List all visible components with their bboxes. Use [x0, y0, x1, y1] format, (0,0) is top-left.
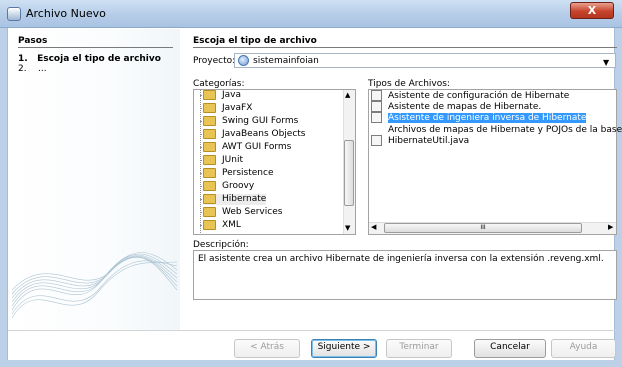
category-label: Web Services: [222, 207, 283, 217]
scroll-up-icon[interactable]: ▲: [345, 91, 350, 99]
reverse-engineering-icon: [371, 112, 382, 123]
header-divider: [193, 47, 617, 48]
folder-icon: [203, 116, 216, 126]
step-number: 2.: [18, 64, 27, 74]
step-number: 1.: [18, 54, 28, 64]
scroll-left-icon[interactable]: ◀: [371, 223, 376, 231]
footer-divider: [8, 330, 615, 331]
category-item-groovy[interactable]: Groovy: [203, 181, 254, 192]
category-label: JavaFX: [222, 103, 253, 113]
app-icon: [7, 7, 21, 21]
blank-icon: [371, 124, 382, 135]
folder-icon: [203, 181, 216, 191]
category-item-webservices[interactable]: Web Services: [203, 207, 282, 218]
h-scroll-thumb[interactable]: III: [384, 223, 582, 233]
category-label: AWT GUI Forms: [222, 142, 292, 152]
cancel-button[interactable]: Cancelar: [474, 339, 546, 358]
folder-icon: [203, 155, 216, 165]
category-item-java[interactable]: Java: [203, 90, 241, 101]
category-item-swing[interactable]: Swing GUI Forms: [203, 116, 298, 127]
category-label: Hibernate: [222, 194, 267, 204]
chevron-down-icon[interactable]: ▼: [603, 58, 609, 67]
category-label: Java: [222, 90, 242, 100]
file-type-item[interactable]: HibernateUtil.java: [371, 135, 469, 146]
categories-scroll-thumb[interactable]: [344, 140, 354, 206]
file-type-label: Asistente de ingeniera inversa de Hibern…: [388, 113, 587, 123]
folder-icon: [203, 103, 216, 113]
project-globe-icon: [238, 55, 249, 66]
java-file-icon: [371, 135, 382, 146]
help-button[interactable]: Ayuda: [551, 339, 616, 358]
category-item-awt[interactable]: AWT GUI Forms: [203, 142, 291, 153]
step-item: 1. Escoja el tipo de archivo: [18, 54, 161, 64]
back-button[interactable]: < Atrás: [234, 339, 300, 358]
category-item-javabeans[interactable]: JavaBeans Objects: [203, 129, 306, 140]
category-item-javafx[interactable]: JavaFX: [203, 103, 252, 114]
folder-icon: [203, 220, 216, 230]
folder-icon: [203, 168, 216, 178]
hibernate-config-icon: [371, 90, 382, 101]
file-type-item[interactable]: Asistente de mapas de Hibernate.: [371, 101, 541, 112]
window-title: Archivo Nuevo: [26, 7, 106, 20]
file-type-item-selected[interactable]: Asistente de ingeniera inversa de Hibern…: [371, 112, 587, 123]
category-label: JavaBeans Objects: [222, 129, 306, 139]
file-type-label: Asistente de configuración de Hibernate: [388, 91, 570, 101]
file-type-label: Archivos de mapas de Hibernate y POJOs d…: [388, 125, 622, 135]
step-label: Escoja el tipo de archivo: [37, 54, 161, 64]
category-label: XML: [222, 220, 241, 230]
wave-decoration: [12, 252, 177, 319]
description-text: El asistente crea un archivo Hibernate d…: [193, 250, 617, 300]
folder-icon: [203, 194, 216, 204]
frame-left: [0, 28, 7, 367]
category-label: Swing GUI Forms: [222, 116, 299, 126]
file-type-item[interactable]: Asistente de configuración de Hibernate: [371, 90, 569, 101]
file-type-item[interactable]: Archivos de mapas de Hibernate y POJOs d…: [371, 124, 622, 135]
category-item-xml[interactable]: XML: [203, 220, 241, 231]
project-label: Proyecto:: [193, 56, 236, 66]
category-label: JUnit: [222, 155, 243, 165]
category-label: Persistence: [222, 168, 274, 178]
folder-icon: [203, 129, 216, 139]
step-label: ...: [38, 64, 47, 74]
folder-icon: [203, 90, 216, 100]
steps-header: Pasos: [18, 36, 48, 46]
description-label: Descripción:: [193, 240, 249, 250]
next-button[interactable]: Siguiente >: [311, 339, 377, 358]
category-label: Groovy: [222, 181, 255, 191]
scroll-down-icon[interactable]: ▼: [345, 224, 350, 232]
file-type-label: HibernateUtil.java: [388, 136, 470, 146]
steps-divider: [18, 47, 173, 48]
categories-label: Categorías:: [193, 79, 245, 89]
frame-bottom: [0, 360, 622, 367]
category-item-persistence[interactable]: Persistence: [203, 168, 273, 179]
folder-icon: [203, 207, 216, 217]
category-item-junit[interactable]: JUnit: [203, 155, 243, 166]
scroll-right-icon[interactable]: ▶: [608, 223, 613, 231]
hibernate-mapping-icon: [371, 101, 382, 112]
file-types-label: Tipos de Archivos:: [368, 79, 450, 89]
project-value: sistemainfoian: [253, 56, 319, 66]
category-item-hibernate[interactable]: Hibernate: [203, 194, 267, 205]
step-item: 2. ...: [18, 64, 47, 74]
finish-button[interactable]: Terminar: [386, 339, 452, 358]
file-type-label: Asistente de mapas de Hibernate.: [388, 102, 542, 112]
page-title: Escoja el tipo de archivo: [193, 36, 317, 46]
close-button[interactable]: X: [570, 2, 614, 19]
folder-icon: [203, 142, 216, 152]
